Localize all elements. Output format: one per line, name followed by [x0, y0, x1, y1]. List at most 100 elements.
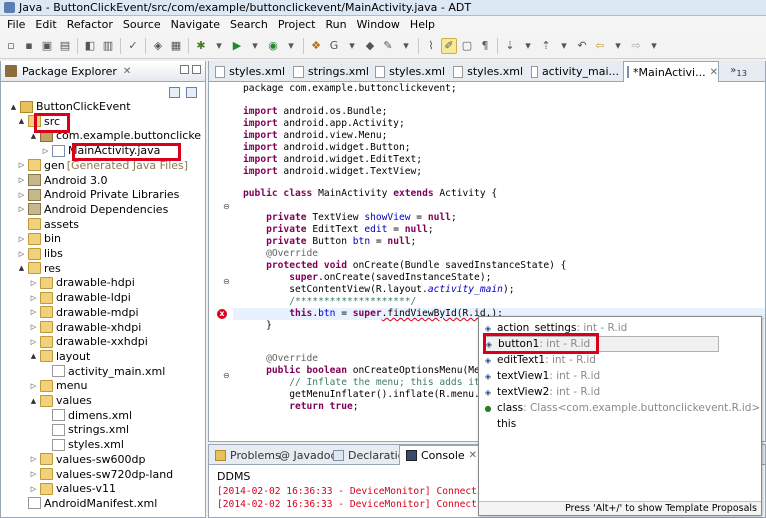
tab-activity-main-xml[interactable]: activity_mai... [531, 61, 619, 82]
tree-item[interactable]: ▷ libs [17, 246, 63, 261]
external-tools-dropdown-icon[interactable]: ▾ [283, 38, 299, 54]
tree-item[interactable]: ▲ layout [29, 349, 91, 364]
tree-item[interactable]: ▷ drawable-xxhdpi [29, 334, 148, 349]
collapse-arrow-icon[interactable]: ▲ [29, 397, 38, 405]
proposal-item[interactable]: ◈ textView2 : int - R.id [483, 384, 600, 400]
print-icon[interactable]: ▤ [57, 38, 73, 54]
tree-item[interactable]: ▷ drawable-xhdpi [29, 320, 141, 335]
tab-console[interactable]: Console ✕ [399, 445, 485, 465]
last-edit-location-icon[interactable]: ↶ [574, 38, 590, 54]
tree-item[interactable]: ▲ ButtonClickEvent [9, 99, 131, 114]
save-icon[interactable]: ▪ [21, 38, 37, 54]
expand-arrow-icon[interactable]: ▷ [17, 176, 26, 184]
maximize-icon[interactable] [192, 65, 201, 74]
search-icon[interactable]: ✎ [380, 38, 396, 54]
back-dropdown-icon[interactable]: ▾ [610, 38, 626, 54]
link-with-editor-icon[interactable] [186, 86, 197, 98]
toggle-breadcrumb-icon[interactable]: ✐ [441, 37, 457, 54]
collapse-arrow-icon[interactable]: ▲ [29, 352, 38, 360]
tree-item[interactable]: ▷ menu [29, 378, 88, 393]
expand-arrow-icon[interactable]: ▷ [29, 279, 38, 287]
show-whitespace-icon[interactable]: ¶ [477, 38, 493, 54]
tree-item[interactable]: ▲ res [17, 261, 61, 276]
new-icon[interactable]: ▫ [3, 38, 19, 54]
menu-window[interactable]: Window [352, 18, 405, 31]
close-icon[interactable]: ✕ [123, 66, 131, 77]
avd-manager-icon[interactable]: ▥ [100, 38, 116, 54]
new-class-dropdown-icon[interactable]: ▾ [344, 38, 360, 54]
forward-dropdown-icon[interactable]: ▾ [646, 38, 662, 54]
tree-item[interactable]: strings.xml [41, 422, 129, 437]
package-explorer-tab[interactable]: Package Explorer ✕ [1, 61, 205, 82]
collapse-arrow-icon[interactable]: ▲ [29, 132, 38, 140]
run-dropdown-icon[interactable]: ▾ [247, 38, 263, 54]
menu-refactor[interactable]: Refactor [62, 18, 118, 31]
run-icon[interactable]: ▶ [229, 38, 245, 54]
toggle-block-selection-icon[interactable]: ▢ [459, 38, 475, 54]
forward-icon[interactable]: ⇨ [628, 38, 644, 54]
new-android-project-icon[interactable]: ◈ [150, 38, 166, 54]
fold-icon[interactable]: ⊖ [223, 202, 230, 211]
expand-arrow-icon[interactable]: ▷ [29, 323, 38, 331]
tab-styles-xml[interactable]: styles.xml [215, 61, 285, 82]
tree-item[interactable]: styles.xml [41, 437, 124, 452]
expand-arrow-icon[interactable]: ▷ [29, 455, 38, 463]
error-marker-icon[interactable]: x [217, 309, 227, 319]
expand-arrow-icon[interactable]: ▷ [17, 161, 26, 169]
menu-source[interactable]: Source [118, 18, 166, 31]
proposal-item[interactable]: ● class : Class<com.example.buttonclickev… [483, 400, 761, 416]
expand-arrow-icon[interactable]: ▷ [17, 250, 26, 258]
open-type-icon[interactable]: ◆ [362, 38, 378, 54]
tab-styles-xml-2[interactable]: styles.xml [375, 61, 445, 82]
next-annotation-dropdown-icon[interactable]: ▾ [520, 38, 536, 54]
next-annotation-icon[interactable]: ⇣ [502, 38, 518, 54]
close-icon[interactable]: ✕ [469, 450, 477, 461]
expand-arrow-icon[interactable]: ▷ [29, 382, 38, 390]
menu-run[interactable]: Run [320, 18, 351, 31]
tree-item[interactable]: ▷ values-sw600dp [29, 452, 146, 467]
menu-navigate[interactable]: Navigate [166, 18, 225, 31]
menu-search[interactable]: Search [225, 18, 273, 31]
lint-check-icon[interactable]: ✓ [125, 38, 141, 54]
collapse-arrow-icon[interactable]: ▲ [17, 117, 26, 125]
external-tools-icon[interactable]: ◉ [265, 38, 281, 54]
proposal-item[interactable]: ◈ textView1 : int - R.id [483, 368, 600, 384]
expand-arrow-icon[interactable]: ▷ [17, 205, 26, 213]
proposal-item[interactable]: this [483, 416, 516, 432]
expand-arrow-icon[interactable]: ▷ [17, 191, 26, 199]
save-all-icon[interactable]: ▣ [39, 38, 55, 54]
debug-icon[interactable]: ✱ [193, 38, 209, 54]
toggle-mark-occurrences-icon[interactable]: ⌇ [423, 38, 439, 54]
tree-item[interactable]: ▲ values [29, 393, 92, 408]
back-icon[interactable]: ⇦ [592, 38, 608, 54]
search-dropdown-icon[interactable]: ▾ [398, 38, 414, 54]
tab-strings-xml[interactable]: strings.xml [293, 61, 369, 82]
tab-overflow[interactable]: »13 [730, 65, 747, 78]
fold-icon[interactable]: ⊖ [223, 277, 230, 286]
previous-annotation-dropdown-icon[interactable]: ▾ [556, 38, 572, 54]
menu-file[interactable]: File [2, 18, 30, 31]
minimize-icon[interactable] [180, 65, 189, 74]
menu-help[interactable]: Help [405, 18, 440, 31]
tree-item[interactable]: ▷ values-sw720dp-land [29, 467, 173, 482]
tree-item[interactable]: activity_main.xml [41, 364, 165, 379]
tree-item[interactable]: assets [17, 217, 79, 232]
tree-item[interactable]: ▷ values-v11 [29, 481, 116, 496]
expand-arrow-icon[interactable]: ▷ [29, 294, 38, 302]
expand-arrow-icon[interactable]: ▷ [29, 338, 38, 346]
collapse-all-icon[interactable] [169, 86, 180, 98]
new-java-project-icon[interactable]: ❖ [308, 38, 324, 54]
tree-item[interactable]: ▷ drawable-mdpi [29, 305, 139, 320]
expand-arrow-icon[interactable]: ▷ [29, 470, 38, 478]
tree-item[interactable]: ▷ drawable-hdpi [29, 275, 135, 290]
tree-item[interactable]: ▷ Android Dependencies [17, 202, 169, 217]
menu-edit[interactable]: Edit [30, 18, 61, 31]
tree-item[interactable]: ▷ bin [17, 231, 61, 246]
expand-arrow-icon[interactable]: ▷ [41, 147, 50, 155]
tree-item[interactable]: ▷ Android 3.0 [17, 173, 108, 188]
proposal-item[interactable]: ◈ editText1 : int - R.id [483, 352, 596, 368]
tab-problems[interactable]: Problems [215, 445, 281, 465]
tab-javadoc[interactable]: @ Javadoc [279, 445, 337, 465]
tree-item[interactable]: AndroidManifest.xml [17, 496, 157, 511]
debug-dropdown-icon[interactable]: ▾ [211, 38, 227, 54]
